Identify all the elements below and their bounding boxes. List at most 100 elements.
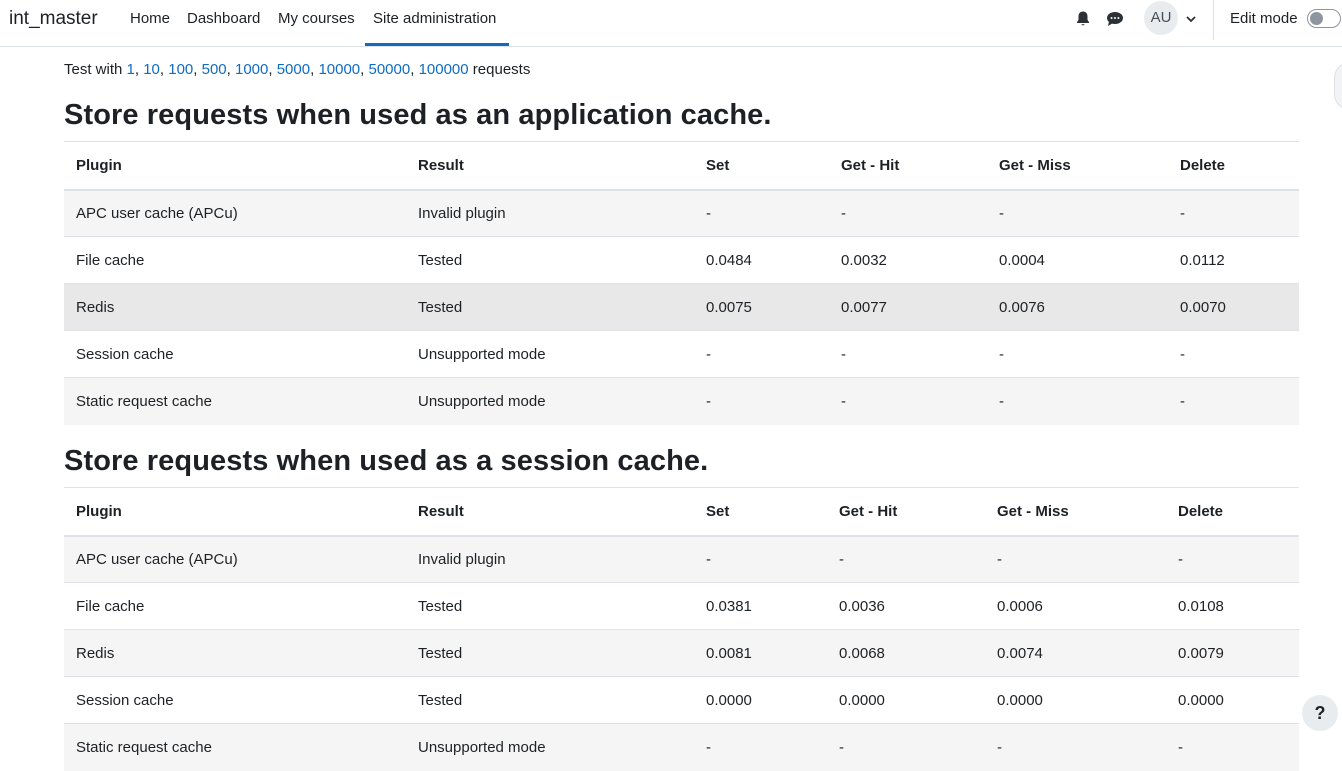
plugin-name-cell: Session cache bbox=[64, 676, 406, 724]
request-count-link[interactable]: 50000 bbox=[369, 61, 411, 78]
timing-cell: - bbox=[987, 189, 1168, 237]
timing-cell: - bbox=[1168, 189, 1299, 237]
test-with-label: Test with bbox=[64, 61, 123, 78]
link-separator: , bbox=[360, 61, 369, 78]
timing-cell: 0.0070 bbox=[1168, 283, 1299, 331]
column-header: Plugin bbox=[64, 141, 406, 191]
user-avatar[interactable]: AU bbox=[1144, 1, 1178, 35]
timing-cell: - bbox=[694, 377, 829, 425]
column-header: Get - Miss bbox=[987, 141, 1168, 191]
table-row: File cache Tested 0.0484 0.0032 0.0004 0.0112 bbox=[64, 236, 1299, 284]
table-row: Session cache Tested 0.0000 0.0000 0.0000 0.0… bbox=[64, 676, 1299, 724]
timing-cell: 0.0484 bbox=[694, 236, 829, 284]
request-count-link[interactable]: 1000 bbox=[235, 61, 268, 78]
chevron-down-icon[interactable] bbox=[1185, 12, 1197, 24]
timing-cell: 0.0076 bbox=[987, 283, 1168, 331]
column-header: Result bbox=[406, 141, 694, 191]
result-cell: Unsupported mode bbox=[406, 377, 694, 425]
edit-mode-label: Edit mode bbox=[1230, 10, 1298, 27]
session-cache-table: Plugin Result Set Get - Hit Get - Miss Delete… bbox=[64, 487, 1299, 771]
drawer-toggle-tab[interactable] bbox=[1334, 62, 1342, 110]
chat-bubble-icon[interactable] bbox=[1105, 9, 1125, 29]
nav-dashboard[interactable]: Dashboard bbox=[187, 10, 260, 27]
timing-cell: - bbox=[694, 535, 827, 583]
link-separator: , bbox=[134, 61, 144, 78]
application-cache-table: Plugin Result Set Get - Hit Get - Miss Delete… bbox=[64, 141, 1299, 425]
table-row: APC user cache (APCu) Invalid plugin - - - - bbox=[64, 189, 1299, 237]
active-nav-indicator bbox=[365, 43, 509, 46]
result-cell: Tested bbox=[406, 676, 694, 724]
timing-cell: 0.0079 bbox=[1166, 629, 1299, 677]
request-count-link[interactable]: 5000 bbox=[277, 61, 310, 78]
request-count-link[interactable]: 500 bbox=[202, 61, 227, 78]
plugin-name-cell: File cache bbox=[64, 582, 406, 630]
table-header-row: Plugin Result Set Get - Hit Get - Miss Delete bbox=[64, 141, 1299, 191]
bell-icon[interactable] bbox=[1073, 9, 1093, 29]
help-button[interactable]: ? bbox=[1302, 695, 1338, 731]
timing-cell: - bbox=[829, 189, 987, 237]
column-header: Set bbox=[694, 141, 829, 191]
timing-cell: - bbox=[694, 330, 829, 378]
timing-cell: - bbox=[987, 377, 1168, 425]
edit-mode-toggle[interactable] bbox=[1307, 9, 1341, 28]
nav-home[interactable]: Home bbox=[130, 10, 170, 27]
top-navbar: int_master Home Dashboard My courses Sit… bbox=[0, 0, 1342, 47]
toggle-knob bbox=[1310, 12, 1323, 25]
column-header: Get - Miss bbox=[985, 487, 1166, 537]
timing-cell: 0.0381 bbox=[694, 582, 827, 630]
result-cell: Unsupported mode bbox=[406, 330, 694, 378]
timing-cell: 0.0000 bbox=[694, 676, 827, 724]
column-header: Plugin bbox=[64, 487, 406, 537]
nav-site-administration[interactable]: Site administration bbox=[373, 10, 496, 27]
navbar-divider bbox=[1213, 0, 1214, 40]
timing-cell: 0.0075 bbox=[694, 283, 829, 331]
link-separator: , bbox=[268, 61, 277, 78]
table-row: APC user cache (APCu) Invalid plugin - - - - bbox=[64, 535, 1299, 583]
timing-cell: 0.0006 bbox=[985, 582, 1166, 630]
application-cache-heading: Store requests when used as an applicati… bbox=[64, 99, 772, 131]
timing-cell: - bbox=[827, 535, 985, 583]
result-cell: Tested bbox=[406, 283, 694, 331]
table-row: File cache Tested 0.0381 0.0036 0.0006 0.0108 bbox=[64, 582, 1299, 630]
plugin-name-cell: File cache bbox=[64, 236, 406, 284]
nav-my-courses[interactable]: My courses bbox=[278, 10, 355, 27]
link-separator: , bbox=[159, 61, 169, 78]
request-count-link[interactable]: 100000 bbox=[419, 61, 469, 78]
timing-cell: 0.0077 bbox=[829, 283, 987, 331]
timing-cell: - bbox=[1166, 535, 1299, 583]
timing-cell: - bbox=[827, 723, 985, 771]
site-brand[interactable]: int_master bbox=[9, 8, 98, 30]
plugin-name-cell: APC user cache (APCu) bbox=[64, 535, 406, 583]
requests-label: requests bbox=[472, 61, 531, 78]
table-row: Static request cache Unsupported mode - - - - bbox=[64, 377, 1299, 425]
plugin-name-cell: APC user cache (APCu) bbox=[64, 189, 406, 237]
timing-cell: - bbox=[987, 330, 1168, 378]
column-header: Get - Hit bbox=[827, 487, 985, 537]
table-row: Static request cache Unsupported mode - - - - bbox=[64, 723, 1299, 771]
plugin-name-cell: Session cache bbox=[64, 330, 406, 378]
request-count-link[interactable]: 10000 bbox=[318, 61, 360, 78]
link-separator: , bbox=[410, 61, 419, 78]
timing-cell: 0.0036 bbox=[827, 582, 985, 630]
table-header-row: Plugin Result Set Get - Hit Get - Miss Delete bbox=[64, 487, 1299, 537]
column-header: Set bbox=[694, 487, 827, 537]
timing-cell: 0.0068 bbox=[827, 629, 985, 677]
column-header: Result bbox=[406, 487, 694, 537]
request-count-link[interactable]: 1 bbox=[127, 61, 135, 78]
request-count-link[interactable]: 10 bbox=[143, 61, 160, 78]
request-count-link[interactable]: 100 bbox=[168, 61, 193, 78]
result-cell: Tested bbox=[406, 236, 694, 284]
result-cell: Invalid plugin bbox=[406, 189, 694, 237]
plugin-name-cell: Redis bbox=[64, 629, 406, 677]
timing-cell: - bbox=[829, 377, 987, 425]
result-cell: Unsupported mode bbox=[406, 723, 694, 771]
column-header: Delete bbox=[1166, 487, 1299, 537]
timing-cell: - bbox=[1168, 330, 1299, 378]
timing-cell: 0.0000 bbox=[1166, 676, 1299, 724]
column-header: Get - Hit bbox=[829, 141, 987, 191]
timing-cell: 0.0081 bbox=[694, 629, 827, 677]
result-cell: Invalid plugin bbox=[406, 535, 694, 583]
session-cache-heading: Store requests when used as a session ca… bbox=[64, 445, 709, 477]
timing-cell: - bbox=[829, 330, 987, 378]
test-request-counts: Test with 1, 10, 100, 500, 1000, 5000, 1… bbox=[64, 61, 530, 78]
